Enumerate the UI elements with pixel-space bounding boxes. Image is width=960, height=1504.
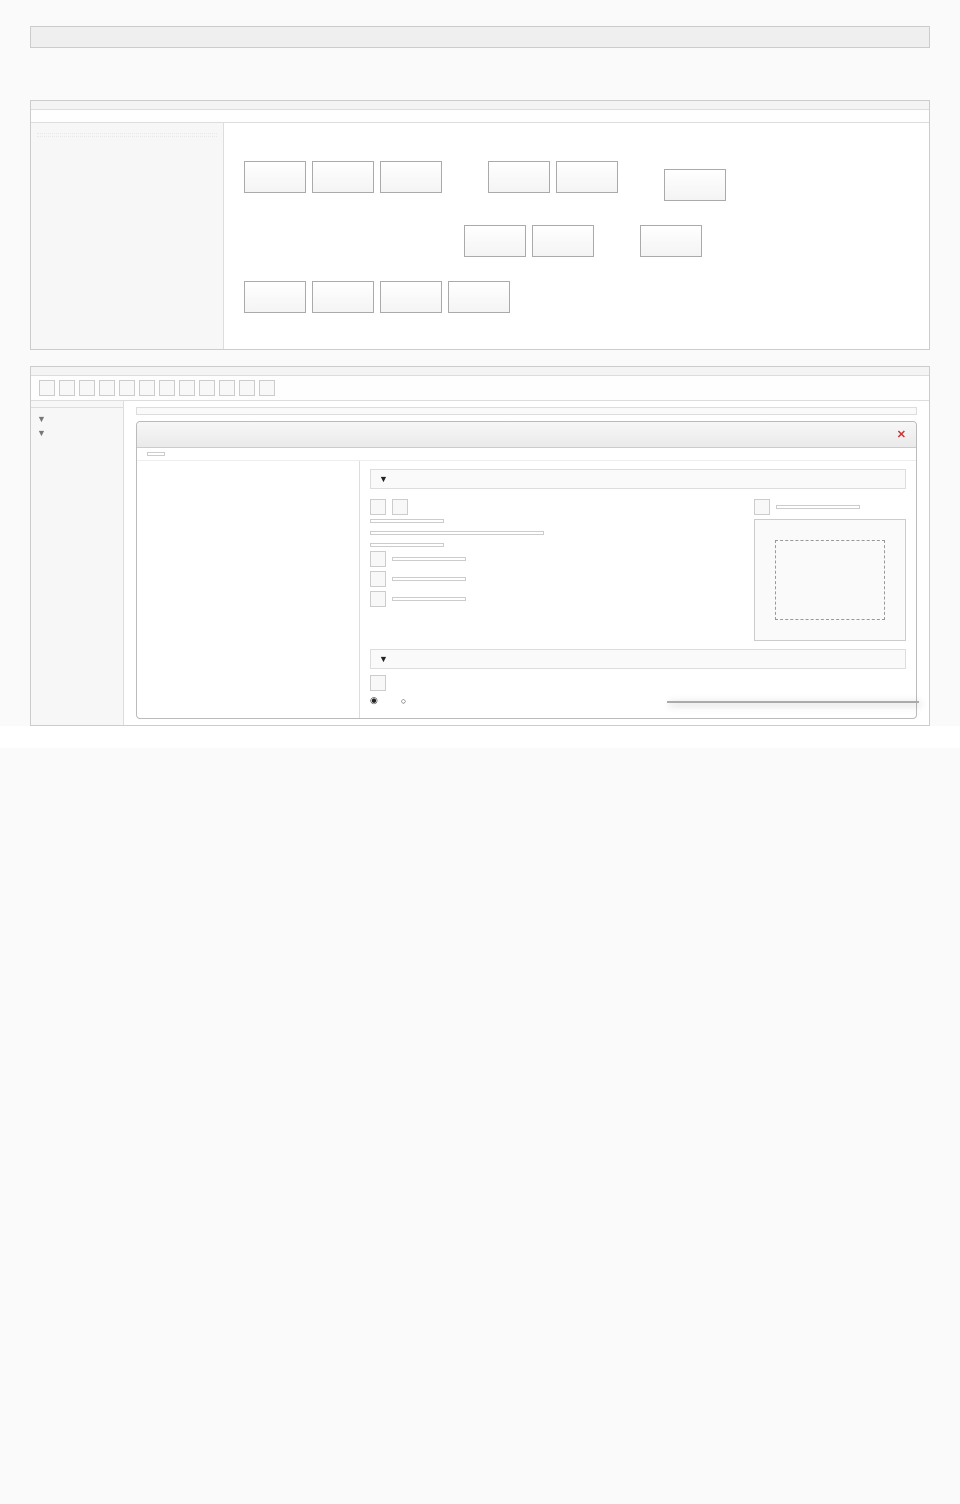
input[interactable] (392, 597, 466, 601)
icon[interactable] (370, 675, 386, 691)
thumb (312, 161, 374, 193)
thumb (640, 225, 702, 257)
hero-box (30, 26, 930, 48)
thumb (244, 161, 306, 193)
input[interactable] (370, 543, 444, 547)
toolbar-button[interactable] (179, 380, 195, 396)
thumb (464, 225, 526, 257)
thumb (556, 161, 618, 193)
toolbar-button[interactable] (219, 380, 235, 396)
toolbar-button[interactable] (199, 380, 215, 396)
toolbar-button[interactable] (79, 380, 95, 396)
revit-screenshot (30, 100, 930, 350)
favorites-button[interactable] (147, 452, 165, 456)
icon[interactable] (754, 499, 770, 515)
dim-display (776, 505, 860, 509)
nav-button[interactable] (392, 499, 408, 515)
toolbar-button[interactable] (99, 380, 115, 396)
toolbar-button[interactable] (159, 380, 175, 396)
design-group: ▼ (31, 412, 123, 426)
toolbar-button[interactable] (119, 380, 135, 396)
toolbar-button[interactable] (259, 380, 275, 396)
thumb (380, 161, 442, 193)
thumb (488, 161, 550, 193)
thumb (532, 225, 594, 257)
toolbar-button[interactable] (39, 380, 55, 396)
context-menu[interactable] (667, 701, 919, 703)
thumb (380, 281, 442, 313)
page-footer (0, 726, 960, 748)
home-story-select[interactable] (370, 531, 544, 535)
input[interactable] (392, 577, 466, 581)
document-group: ▼ (31, 426, 123, 440)
preview-box (754, 519, 906, 641)
article-col2 (491, 62, 930, 72)
archicad-screenshot: ▼ ▼ ✕ ▼ (30, 366, 930, 726)
input[interactable] (370, 519, 444, 523)
toolbox-title (31, 401, 123, 408)
nav-button[interactable] (370, 499, 386, 515)
thumb (244, 281, 306, 313)
dim-icon[interactable] (370, 551, 386, 567)
thumb (312, 281, 374, 313)
revit-tabs (31, 101, 929, 110)
toolbar-button[interactable] (59, 380, 75, 396)
close-icon[interactable]: ✕ (897, 428, 906, 441)
thumb (664, 169, 726, 201)
dim-icon[interactable] (370, 571, 386, 587)
toolbar-button[interactable] (139, 380, 155, 396)
dim-icon[interactable] (370, 591, 386, 607)
input[interactable] (392, 557, 466, 561)
toolbar-button[interactable] (239, 380, 255, 396)
thumb (448, 281, 510, 313)
